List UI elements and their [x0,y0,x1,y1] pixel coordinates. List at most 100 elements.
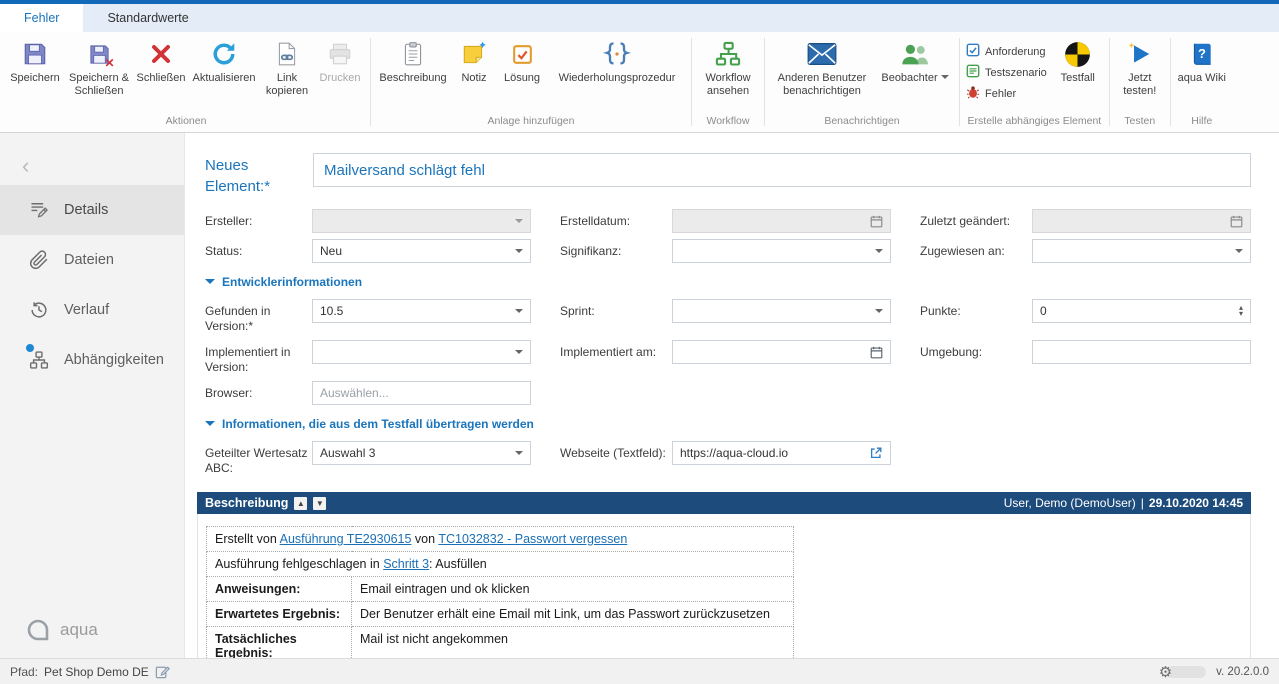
sidebar-item-dateien[interactable]: Dateien [0,235,184,285]
chevron-down-icon [515,249,523,257]
geteilter-wertesatz-combobox[interactable]: Auswahl 3 [312,441,531,465]
aqua-wiki-button[interactable]: ? aqua Wiki [1175,36,1229,88]
umgebung-field[interactable] [1032,340,1251,364]
tab-standardwerte[interactable]: Standardwerte [83,4,212,32]
settings-gear-icon[interactable]: ⚙ [1159,663,1172,681]
chevron-down-icon [515,451,523,459]
details-edit-icon [28,200,50,220]
testcase-link[interactable]: TC1032832 - Passwort vergessen [438,532,627,546]
svg-text:?: ? [1198,46,1206,61]
anweisungen-value: Email eintragen und ok klicken [352,577,794,602]
status-combobox[interactable]: Neu [312,239,531,263]
step-link[interactable]: Schritt 3 [383,557,429,571]
clipboard-icon [400,39,426,69]
table-row: Erstellt von Ausführung TE2930615 von TC… [207,527,794,552]
title-input[interactable] [313,153,1251,187]
implementiert-in-version-combobox[interactable] [312,340,531,364]
wiederholungsprozedur-button[interactable]: Wiederholungsprozedur [547,36,687,88]
loesung-button[interactable]: Lösung [497,36,547,88]
erwartetes-ergebnis-label: Erwartetes Ergebnis: [207,602,352,627]
aktualisieren-button[interactable]: Aktualisieren [188,36,260,88]
settings-pill [1166,666,1206,678]
punkte-stepper[interactable]: 0 ▴ ▾ [1032,299,1251,323]
sprint-combobox[interactable] [672,299,891,323]
group-label: Hilfe [1171,113,1233,132]
group-label: Aktionen [2,113,370,132]
fehler-button[interactable]: Fehler [966,85,1047,102]
signifikanz-combobox[interactable] [672,239,891,263]
external-link-icon[interactable] [869,446,883,460]
button-label: Lösung [504,72,540,85]
beschreibung-panel-header: Beschreibung ▲ ▼ User, Demo (DemoUser) |… [197,492,1251,514]
notiz-button[interactable]: Notiz [451,36,497,88]
execution-link[interactable]: Ausführung TE2930615 [280,532,412,546]
sidebar-item-details[interactable]: Details [0,185,184,235]
implementiert-am-label: Implementiert am: [560,340,672,360]
gefunden-in-version-combobox[interactable]: 10.5 [312,299,531,323]
refresh-icon [210,39,238,69]
beschreibung-body: Erstellt von Ausführung TE2930615 von TC… [197,514,1251,658]
schliessen-button[interactable]: Schließen [134,36,188,88]
zuletzt-geaendert-label: Zuletzt geändert: [920,209,1032,229]
browser-field[interactable] [312,381,531,405]
meta-separator: | [1141,496,1144,510]
pin-icon[interactable]: ▼ [313,497,326,510]
button-label: Jetzt testen! [1115,72,1165,97]
anforderung-button[interactable]: Anforderung [966,43,1047,60]
chevron-down-icon [205,279,215,289]
testszenario-button[interactable]: Testszenario [966,64,1047,81]
implementiert-am-datepicker[interactable] [672,340,891,364]
umgebung-label: Umgebung: [920,340,1032,360]
spin-down-icon[interactable]: ▾ [1239,311,1243,317]
play-icon [1127,39,1153,69]
sidebar-collapse-button[interactable]: ‹ [22,155,29,177]
copy-link-icon [274,39,300,69]
ersteller-combobox [312,209,531,233]
beschreibung-panel: Beschreibung ▲ ▼ User, Demo (DemoUser) |… [197,492,1251,658]
drucken-button: Drucken [314,36,366,88]
signifikanz-label: Signifikanz: [560,239,672,259]
workflow-ansehen-button[interactable]: Workflow ansehen [696,36,760,100]
erstelldatum-label: Erstelldatum: [560,209,672,229]
link-kopieren-button[interactable]: Link kopieren [260,36,314,100]
wiki-book-icon: ? [1189,39,1215,69]
tab-fehler[interactable]: Fehler [0,4,83,32]
ersteller-label: Ersteller: [205,209,312,229]
button-label: Anforderung [985,46,1046,58]
zugewiesen-an-combobox[interactable] [1032,239,1251,263]
beobachter-button[interactable]: Beobachter [875,36,955,88]
button-label: Aktualisieren [193,72,256,85]
webseite-label: Webseite (Textfeld): [560,441,672,461]
umgebung-input[interactable] [1040,345,1243,359]
benutzer-benachrichtigen-button[interactable]: Anderen Benutzer benachrichtigen [769,36,875,100]
testfall-button[interactable]: Testfall [1051,36,1105,88]
move-up-icon[interactable]: ▲ [294,497,307,510]
section-testfall-informationen[interactable]: Informationen, die aus dem Testfall über… [205,417,1251,431]
browser-input[interactable] [320,386,523,400]
button-label: Wiederholungsprozedur [559,72,676,85]
close-icon [149,39,173,69]
beschreibung-button[interactable]: Beschreibung [375,36,451,88]
sidebar-item-abhaengigkeiten[interactable]: Abhängigkeiten [0,335,184,385]
edit-path-icon[interactable] [155,664,170,679]
button-label: Link kopieren [261,72,313,97]
speichern-schliessen-button[interactable]: ✕ Speichern & Schließen [64,36,134,100]
zuletzt-geaendert-datepicker [1032,209,1251,233]
bug-icon [966,85,980,102]
zugewiesen-an-label: Zugewiesen an: [920,239,1032,259]
speichern-button[interactable]: Speichern [6,36,64,88]
sprint-label: Sprint: [560,299,672,319]
jetzt-testen-button[interactable]: Jetzt testen! [1114,36,1166,100]
ribbon-group-hilfe: ? aqua Wiki Hilfe [1171,32,1233,132]
beschreibung-title: Beschreibung [205,496,288,510]
calendar-icon[interactable] [870,346,883,359]
settings-control[interactable]: ⚙ [1159,663,1206,681]
history-icon [28,300,50,320]
webseite-field[interactable] [672,441,891,465]
solution-icon [510,39,535,69]
webseite-input[interactable] [680,446,869,460]
attachment-icon [28,250,50,270]
button-label: Beobachter [881,72,948,85]
sidebar-item-verlauf[interactable]: Verlauf [0,285,184,335]
section-entwicklerinformationen[interactable]: Entwicklerinformationen [205,275,1251,289]
